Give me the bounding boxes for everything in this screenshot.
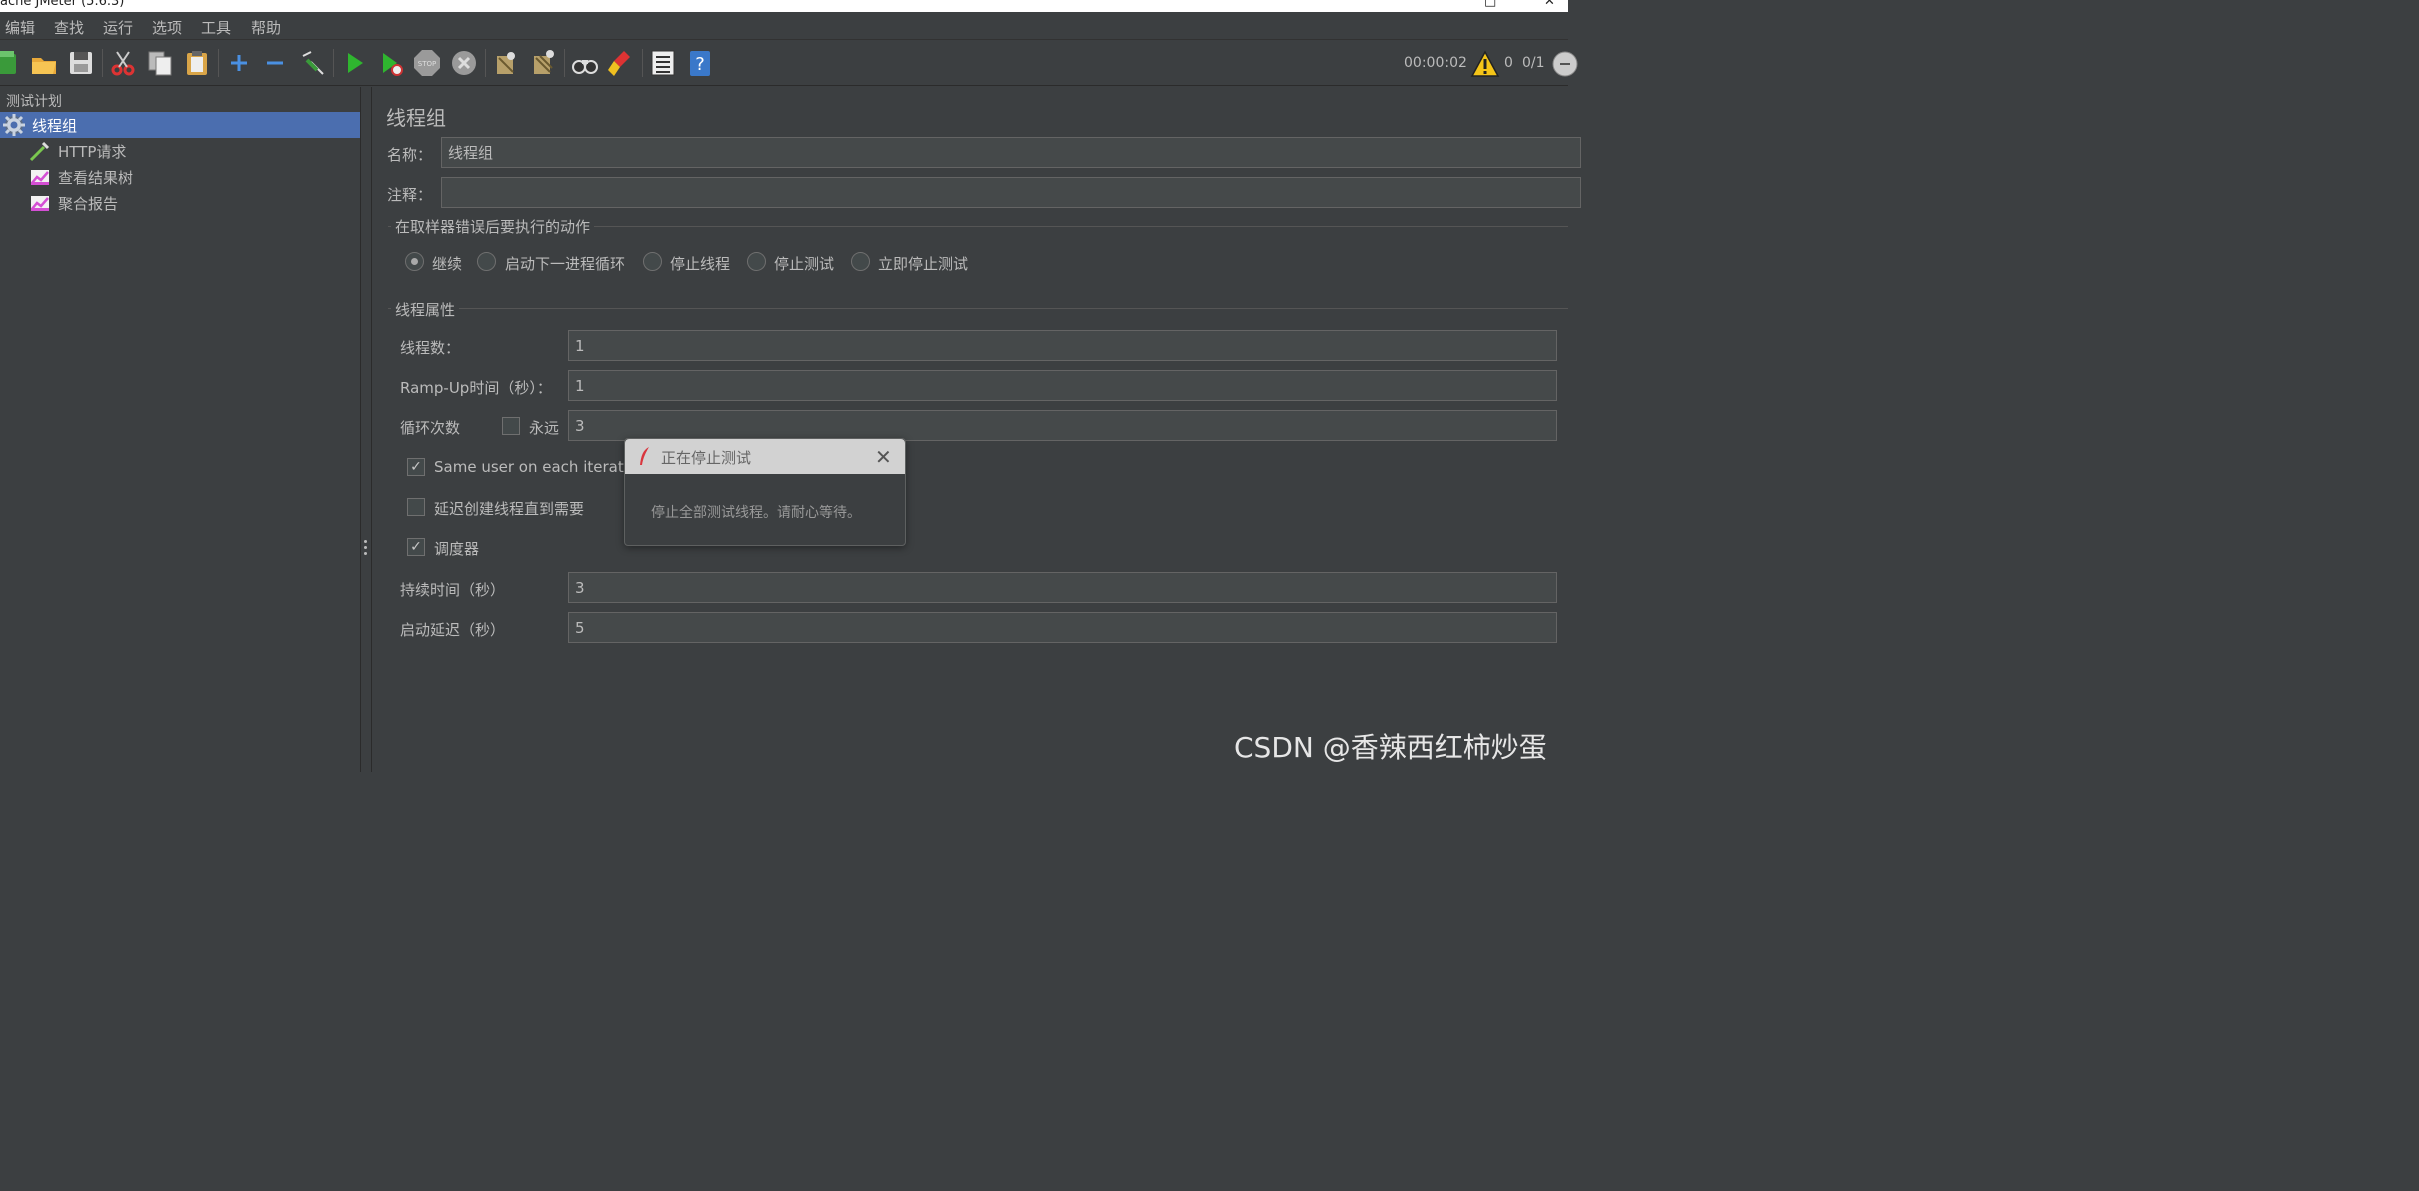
comment-label: 注释： [387,186,433,204]
split-pane-divider[interactable] [360,87,372,772]
loop-count-label: 循环次数 [400,419,461,437]
duration-field[interactable] [568,572,1557,603]
open-icon[interactable] [29,48,59,78]
radio-stop-thread[interactable] [643,252,662,271]
delay-create-checkbox[interactable] [407,498,425,516]
start-no-pause-icon[interactable] [376,48,406,78]
function-helper-icon[interactable] [648,48,678,78]
scheduler-checkbox[interactable]: ✓ [407,538,425,556]
collapse-icon[interactable] [260,48,290,78]
radio-stop-test-label: 停止测试 [774,255,835,273]
save-icon[interactable] [66,48,96,78]
radio-continue-label: 继续 [432,255,463,273]
thread-group-panel: 线程组 名称： 注释： 在取样器错误后要执行的动作 继续 启动下一进程循环 停止… [372,87,1581,772]
toggle-icon[interactable] [297,48,327,78]
stop-icon[interactable]: STOP [412,48,442,78]
warning-icon[interactable] [1470,49,1500,79]
close-icon[interactable]: ✕ [875,445,892,469]
on-error-section-label: 在取样器错误后要执行的动作 [391,216,595,237]
window-title-bar: ache JMeter (5.6.3) □ ✕ [0,0,1568,12]
radio-stop-test-now-label: 立即停止测试 [878,255,969,273]
dialog-title: 正在停止测试 [661,449,752,467]
help-icon[interactable]: ? [685,48,715,78]
forever-checkbox[interactable] [502,417,520,435]
same-user-checkbox[interactable]: ✓ [407,458,425,476]
maximize-icon[interactable]: □ [1484,0,1496,9]
tree-item-http-request[interactable]: HTTP请求 [28,138,126,164]
tree-root-test-plan[interactable]: 测试计划 [6,91,62,111]
threads-label: 线程数： [400,339,461,357]
watermark: CSDN @香辣西红柿炒蛋 [1234,731,1547,764]
rampup-label: Ramp-Up时间（秒）： [400,379,552,397]
clear-all-icon[interactable] [528,48,558,78]
radio-stop-test-now[interactable] [851,252,870,271]
name-field[interactable] [441,137,1581,168]
tree-item-label: 聚合报告 [58,194,119,213]
gear-icon [2,113,26,137]
search-icon[interactable] [570,48,600,78]
toolbar: STOP ? 00:00:02 0 0/1 [0,40,1578,86]
radio-start-next-loop-label: 启动下一进程循环 [505,255,626,273]
svg-text:?: ? [695,54,705,75]
dialog-title-bar[interactable]: 正在停止测试 ✕ [625,439,905,474]
section-divider [388,308,1568,309]
thread-props-section-label: 线程属性 [391,299,460,320]
menu-options[interactable]: 选项 [152,17,182,38]
listener-chart-icon [28,191,52,215]
tree-item-view-results-tree[interactable]: 查看结果树 [28,164,133,190]
dialog-message: 停止全部测试线程。请耐心等待。 [651,505,861,521]
paste-icon[interactable] [182,48,212,78]
name-label: 名称： [387,146,433,164]
forever-label: 永远 [529,419,560,437]
remote-status-icon[interactable] [1550,49,1580,79]
listener-chart-icon [28,165,52,189]
active-threads-count: 0/1 [1522,55,1545,71]
radio-start-next-loop[interactable] [477,252,496,271]
pipette-icon [28,139,52,163]
clear-icon[interactable] [491,48,521,78]
feather-icon [640,447,649,465]
scheduler-label: 调度器 [434,540,480,558]
menu-tools[interactable]: 工具 [201,17,231,38]
test-plan-tree: 测试计划 线程组 HTTP请求 查看结果树 聚合报告 [0,87,360,772]
menu-help[interactable]: 帮助 [251,17,281,38]
tree-item-thread-group[interactable]: 线程组 [0,112,360,138]
startup-delay-field[interactable] [568,612,1557,643]
delay-create-label: 延迟创建线程直到需要 [434,500,585,518]
tree-item-label: HTTP请求 [58,142,127,161]
divider-grip-icon[interactable] [364,540,368,556]
menu-bar: 编辑 查找 运行 选项 工具 帮助 [0,12,1568,40]
window-title: ache JMeter (5.6.3) [0,0,125,9]
startup-delay-label: 启动延迟（秒） [400,621,506,639]
reset-search-icon[interactable] [606,48,636,78]
tree-item-aggregate-report[interactable]: 聚合报告 [28,190,118,216]
menu-run[interactable]: 运行 [103,17,133,38]
tree-item-label: 查看结果树 [58,168,134,187]
cut-icon[interactable] [108,48,138,78]
shutdown-icon[interactable] [449,48,479,78]
rampup-field[interactable] [568,370,1557,401]
comment-field[interactable] [441,177,1581,208]
elapsed-timer: 00:00:02 [1404,55,1467,71]
copy-icon[interactable] [145,48,175,78]
duration-label: 持续时间（秒） [400,581,506,599]
page-title: 线程组 [386,106,446,130]
warning-count: 0 [1504,55,1513,71]
loop-count-field[interactable] [568,410,1557,441]
svg-text:STOP: STOP [418,60,436,68]
radio-stop-test[interactable] [747,252,766,271]
radio-stop-thread-label: 停止线程 [670,255,731,273]
templates-icon[interactable] [0,48,22,78]
menu-search[interactable]: 查找 [54,17,84,38]
threads-field[interactable] [568,330,1557,361]
start-icon[interactable] [339,48,369,78]
tree-item-label: 线程组 [32,116,78,135]
stopping-test-dialog: 正在停止测试 ✕ 停止全部测试线程。请耐心等待。 [624,438,906,546]
same-user-label: Same user on each iteration [434,458,647,476]
close-window-icon[interactable]: ✕ [1544,0,1555,9]
radio-continue[interactable] [405,252,424,271]
expand-icon[interactable] [224,48,254,78]
menu-edit[interactable]: 编辑 [5,17,35,38]
